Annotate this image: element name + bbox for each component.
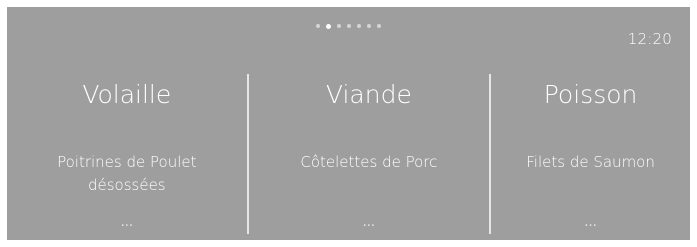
category-item[interactable]: Filets de Saumon (491, 151, 690, 174)
category-viande[interactable]: Viande Côtelettes de Porc ... (249, 69, 490, 240)
category-item[interactable]: Côtelettes de Porc (249, 151, 490, 174)
category-item[interactable]: Poitrines de Poulet désossées (7, 151, 247, 197)
category-volaille[interactable]: Volaille Poitrines de Poulet désossées .… (7, 69, 247, 240)
category-title: Viande (325, 80, 412, 109)
page-dot[interactable] (337, 24, 341, 28)
page-dot-active[interactable] (326, 23, 331, 29)
category-columns: Volaille Poitrines de Poulet désossées .… (7, 69, 690, 240)
more-ellipsis[interactable]: ... (7, 215, 247, 231)
page-dot[interactable] (367, 24, 371, 28)
page-dot[interactable] (377, 24, 381, 28)
category-poisson[interactable]: Poisson Filets de Saumon ... (491, 69, 690, 240)
category-title: Poisson (543, 80, 638, 109)
oven-screen: 12:20 Volaille Poitrines de Poulet désos… (7, 7, 690, 240)
page-indicator[interactable] (7, 23, 690, 29)
clock: 12:20 (627, 30, 672, 48)
more-ellipsis[interactable]: ... (249, 215, 490, 231)
page-dot[interactable] (316, 24, 320, 28)
more-ellipsis[interactable]: ... (491, 215, 690, 231)
page-dot[interactable] (357, 24, 361, 28)
page-dot[interactable] (347, 24, 351, 28)
category-title: Volaille (82, 80, 172, 109)
